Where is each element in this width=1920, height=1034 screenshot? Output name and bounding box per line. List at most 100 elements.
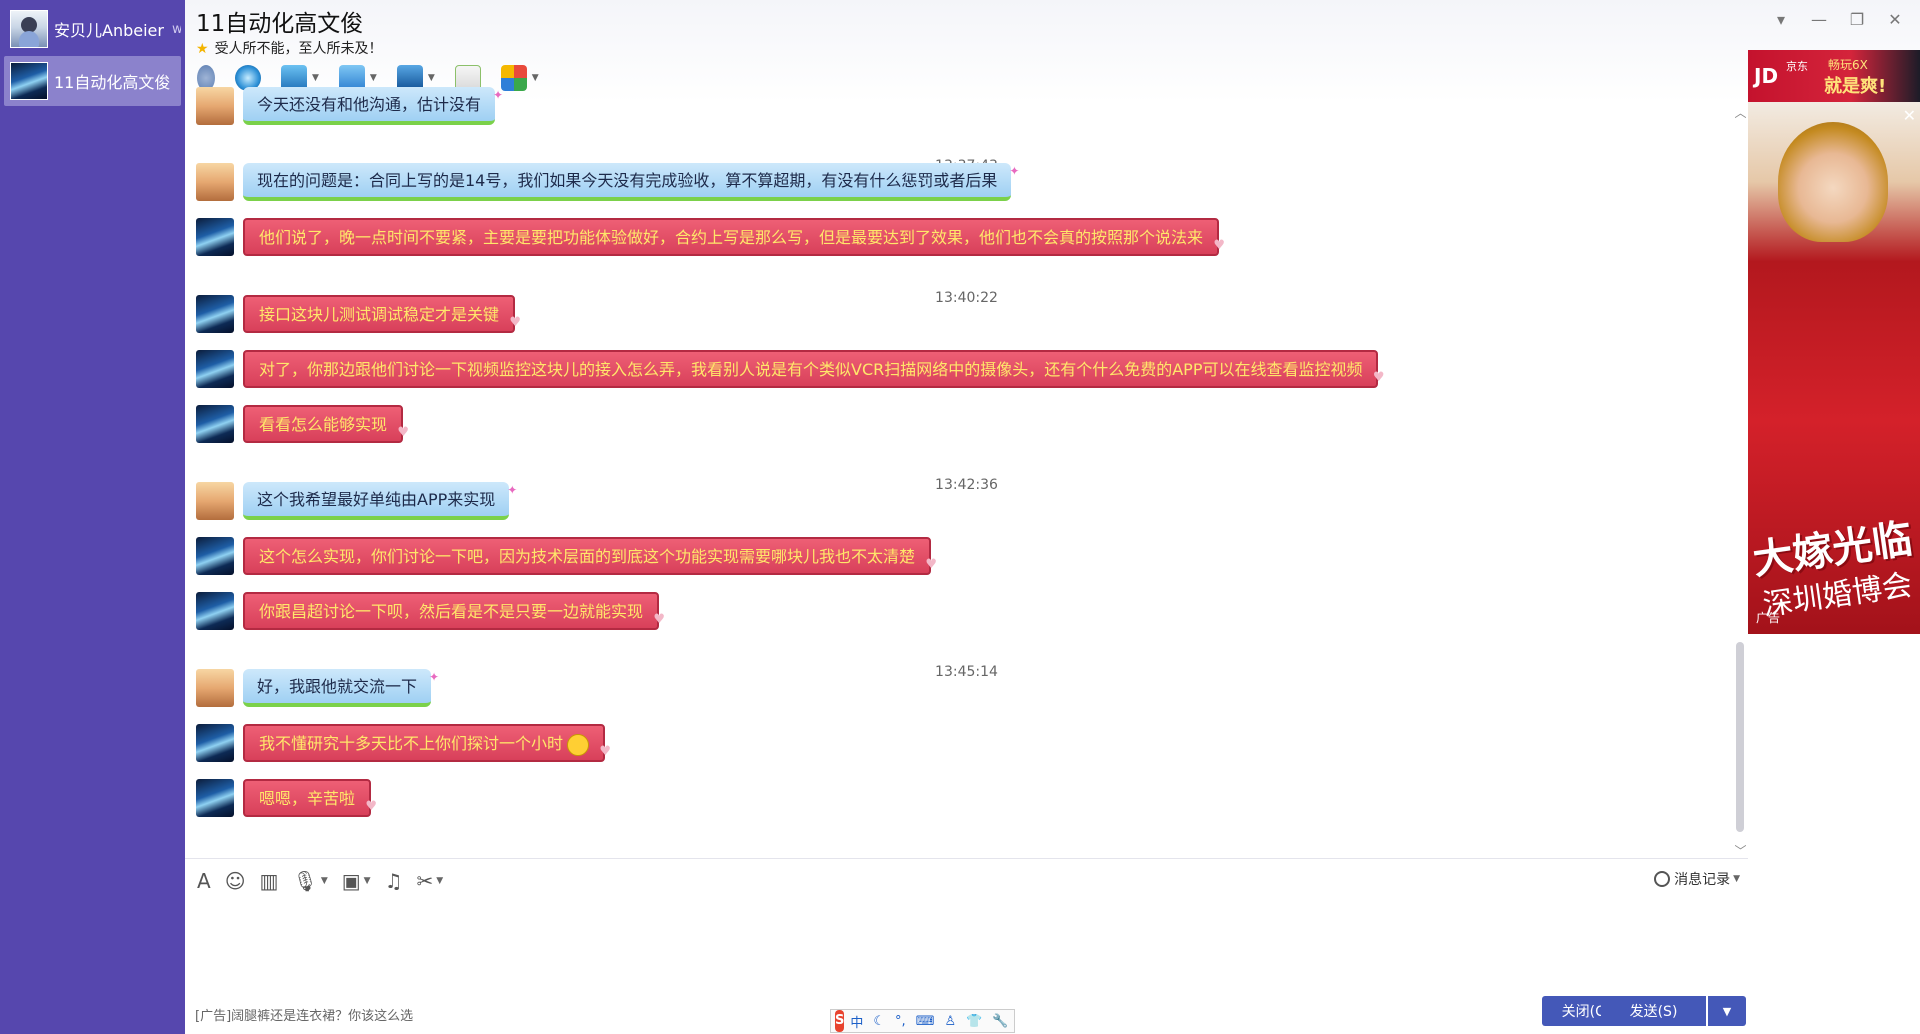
scroll-thumb[interactable] — [1736, 642, 1744, 832]
window-controls: ▾ — ❐ ✕ — [1762, 4, 1914, 34]
contact-avatar[interactable] — [196, 669, 234, 707]
music-button[interactable]: ♫ — [385, 867, 403, 895]
restore-icon[interactable]: ❐ — [1838, 4, 1876, 34]
chat-scrollbar[interactable]: ︿ ﹀ — [1733, 102, 1748, 858]
keyboard-icon[interactable]: ⌨ — [916, 1014, 935, 1029]
message-bubble: 他们说了，晚一点时间不要紧，主要是要把功能体验做好，合约上写是那么写，但是最要达… — [243, 218, 1225, 264]
input-toolbar: A ☺ ▥ 🎙 ▼ ▣ ▼ ♫ ✂ ▼ — [197, 867, 457, 895]
screenshot-button[interactable]: ✂ ▼ — [417, 867, 444, 895]
message-bubble: 你跟昌超讨论一下呗，然后看是不是只要一边就能实现 — [243, 592, 665, 638]
bride-image — [1778, 122, 1888, 242]
contact-avatar — [10, 62, 48, 100]
contact-avatar[interactable] — [196, 482, 234, 520]
embarrassed-emoji-icon — [567, 733, 590, 756]
font-icon: A — [197, 869, 211, 893]
my-avatar[interactable] — [196, 537, 234, 575]
contact-avatar — [10, 10, 48, 48]
send-options-button[interactable]: ▼ — [1708, 996, 1746, 1026]
jd-ad-banner[interactable]: JD 京东 畅玩6X 就是爽! — [1748, 50, 1920, 102]
message-bubble: 好，我跟他就交流一下 — [243, 659, 439, 707]
music-note-icon: ♫ — [384, 869, 403, 893]
ime-chinese-mode[interactable]: 中 — [850, 1012, 863, 1031]
close-icon[interactable]: ✕ — [1876, 4, 1914, 34]
voice-message-button[interactable]: 🎙 ▼ — [292, 867, 327, 895]
my-avatar[interactable] — [196, 295, 234, 333]
contact-avatar[interactable] — [196, 87, 234, 125]
star-icon: ★ — [196, 41, 209, 57]
scroll-up-icon[interactable]: ︿ — [1733, 104, 1748, 120]
image-button[interactable]: ▣ ▼ — [342, 867, 371, 895]
contact-signature: ★ 受人所不能，至人所未及！ — [196, 38, 383, 58]
jd-logo-sub: 京东 — [1786, 60, 1808, 73]
message-text: 我不懂研究十多天比不上你们探讨一个小时 — [259, 734, 564, 753]
ad-text-link[interactable]: [广告]阔腿裤还是连衣裙？你该这么选 — [195, 1005, 413, 1024]
contact-avatar[interactable] — [196, 163, 234, 201]
contact-name: 11自动化高文俊 — [54, 73, 171, 92]
chevron-down-icon[interactable]: ▼ — [428, 73, 435, 83]
font-button[interactable]: A — [197, 867, 211, 895]
emoji-button[interactable]: ☺ — [225, 867, 246, 895]
clock-icon — [1654, 871, 1671, 887]
wrench-icon[interactable]: 🔧 — [992, 1014, 1008, 1029]
contact-name: 安贝儿Anbeier — [54, 21, 164, 40]
chevron-down-icon: ▼ — [1733, 874, 1740, 884]
shirt-icon[interactable]: 👕 — [966, 1014, 982, 1029]
ad-slogan-big: 就是爽! — [1824, 76, 1887, 97]
ad-slogan-small: 畅玩6X — [1828, 58, 1868, 72]
message-bubble: 这个我希望最好单纯由APP来实现 — [243, 472, 518, 520]
history-label: 消息记录 — [1674, 872, 1731, 888]
message-bubble: 今天还没有和他沟通，估计没有 — [243, 77, 503, 125]
message-list: 今天还没有和他沟通，估计没有 13:37:43 现在的问题是：合同上写的是14号… — [185, 77, 1748, 858]
chevron-down-icon[interactable]: ▼ — [321, 876, 328, 886]
contact-name-suffix: we — [171, 21, 181, 37]
vibrate-icon: ▥ — [259, 869, 279, 893]
message-history-button[interactable]: 消息记录 ▼ — [1654, 869, 1740, 889]
ad-label: 广告 — [1756, 611, 1781, 625]
my-avatar[interactable] — [196, 779, 234, 817]
send-button[interactable]: 发送(S) — [1601, 996, 1706, 1026]
my-avatar[interactable] — [196, 218, 234, 256]
chevron-down-icon[interactable]: ▼ — [370, 73, 377, 83]
close-icon[interactable]: ✕ — [1903, 106, 1916, 125]
scroll-down-icon[interactable]: ﹀ — [1733, 842, 1748, 858]
image-icon: ▣ — [341, 869, 361, 893]
chat-title: 11自动化高文俊 — [196, 11, 364, 37]
my-avatar[interactable] — [196, 592, 234, 630]
chat-window: 安贝儿Anbeier we 11自动化高文俊 11自动化高文俊 ★ 受人所不能，至… — [0, 0, 1920, 1034]
microphone-icon: 🎙 — [292, 869, 318, 893]
my-avatar[interactable] — [196, 405, 234, 443]
signature-text: 受人所不能，至人所未及！ — [214, 41, 383, 57]
punctuation-icon[interactable]: °, — [895, 1014, 906, 1029]
apps-button[interactable]: ▼ — [500, 62, 539, 94]
message-bubble: 我不懂研究十多天比不上你们探讨一个小时 — [243, 724, 611, 770]
scissors-icon: ✂ — [416, 869, 434, 893]
sidebar-contact-active[interactable]: 11自动化高文俊 — [4, 56, 181, 106]
ime-toolbar[interactable]: S 中 ☾ °, ⌨ ♙ 👕 🔧 — [830, 1009, 1015, 1033]
ad-panel[interactable]: JD 京东 畅玩6X 就是爽! ✕ 大嫁光临 深圳婚博会 广告 — [1748, 50, 1920, 634]
chevron-down-icon[interactable]: ▼ — [436, 876, 443, 886]
my-avatar[interactable] — [196, 724, 234, 762]
message-bubble: 这个怎么实现，你们讨论一下吧，因为技术层面的到底这个功能实现需要哪块儿我也不太清… — [243, 537, 937, 583]
message-bubble: 对了，你那边跟他们讨论一下视频监控这块儿的接入怎么弄，我看别人说是有个类似VCR… — [243, 350, 1385, 396]
sogou-logo-icon[interactable]: S — [835, 1010, 845, 1032]
contact-sidebar: 安贝儿Anbeier we 11自动化高文俊 — [0, 0, 185, 1034]
my-avatar[interactable] — [196, 350, 234, 388]
moon-icon[interactable]: ☾ — [873, 1014, 885, 1029]
chevron-down-icon[interactable]: ▼ — [532, 73, 539, 83]
shake-button[interactable]: ▥ — [260, 867, 279, 895]
message-input-area[interactable]: A ☺ ▥ 🎙 ▼ ▣ ▼ ♫ ✂ ▼ 消息记录 ▼ [广告]阔腿裤还是连衣裙？你该这… — [185, 858, 1748, 1034]
message-bubble: 嗯嗯，辛苦啦 — [243, 779, 377, 825]
message-bubble: 现在的问题是：合同上写的是14号，我们如果今天没有完成验收，算不算超期，有没有什… — [243, 153, 1020, 201]
message-bubble: 接口这块儿测试调试稳定才是关键 — [243, 295, 521, 341]
wedding-ad[interactable]: ✕ 大嫁光临 深圳婚博会 广告 — [1748, 102, 1920, 634]
smiley-icon: ☺ — [224, 869, 246, 893]
sidebar-contact-anbeier[interactable]: 安贝儿Anbeier we — [4, 4, 181, 54]
menu-caret-icon[interactable]: ▾ — [1762, 4, 1800, 34]
minimize-icon[interactable]: — — [1800, 4, 1838, 34]
chevron-down-icon[interactable]: ▼ — [312, 73, 319, 83]
user-icon[interactable]: ♙ — [944, 1014, 956, 1029]
jd-logo: JD — [1754, 64, 1779, 88]
apps-grid-icon — [500, 65, 527, 91]
chevron-down-icon[interactable]: ▼ — [364, 876, 371, 886]
message-bubble: 看看怎么能够实现 — [243, 405, 409, 451]
